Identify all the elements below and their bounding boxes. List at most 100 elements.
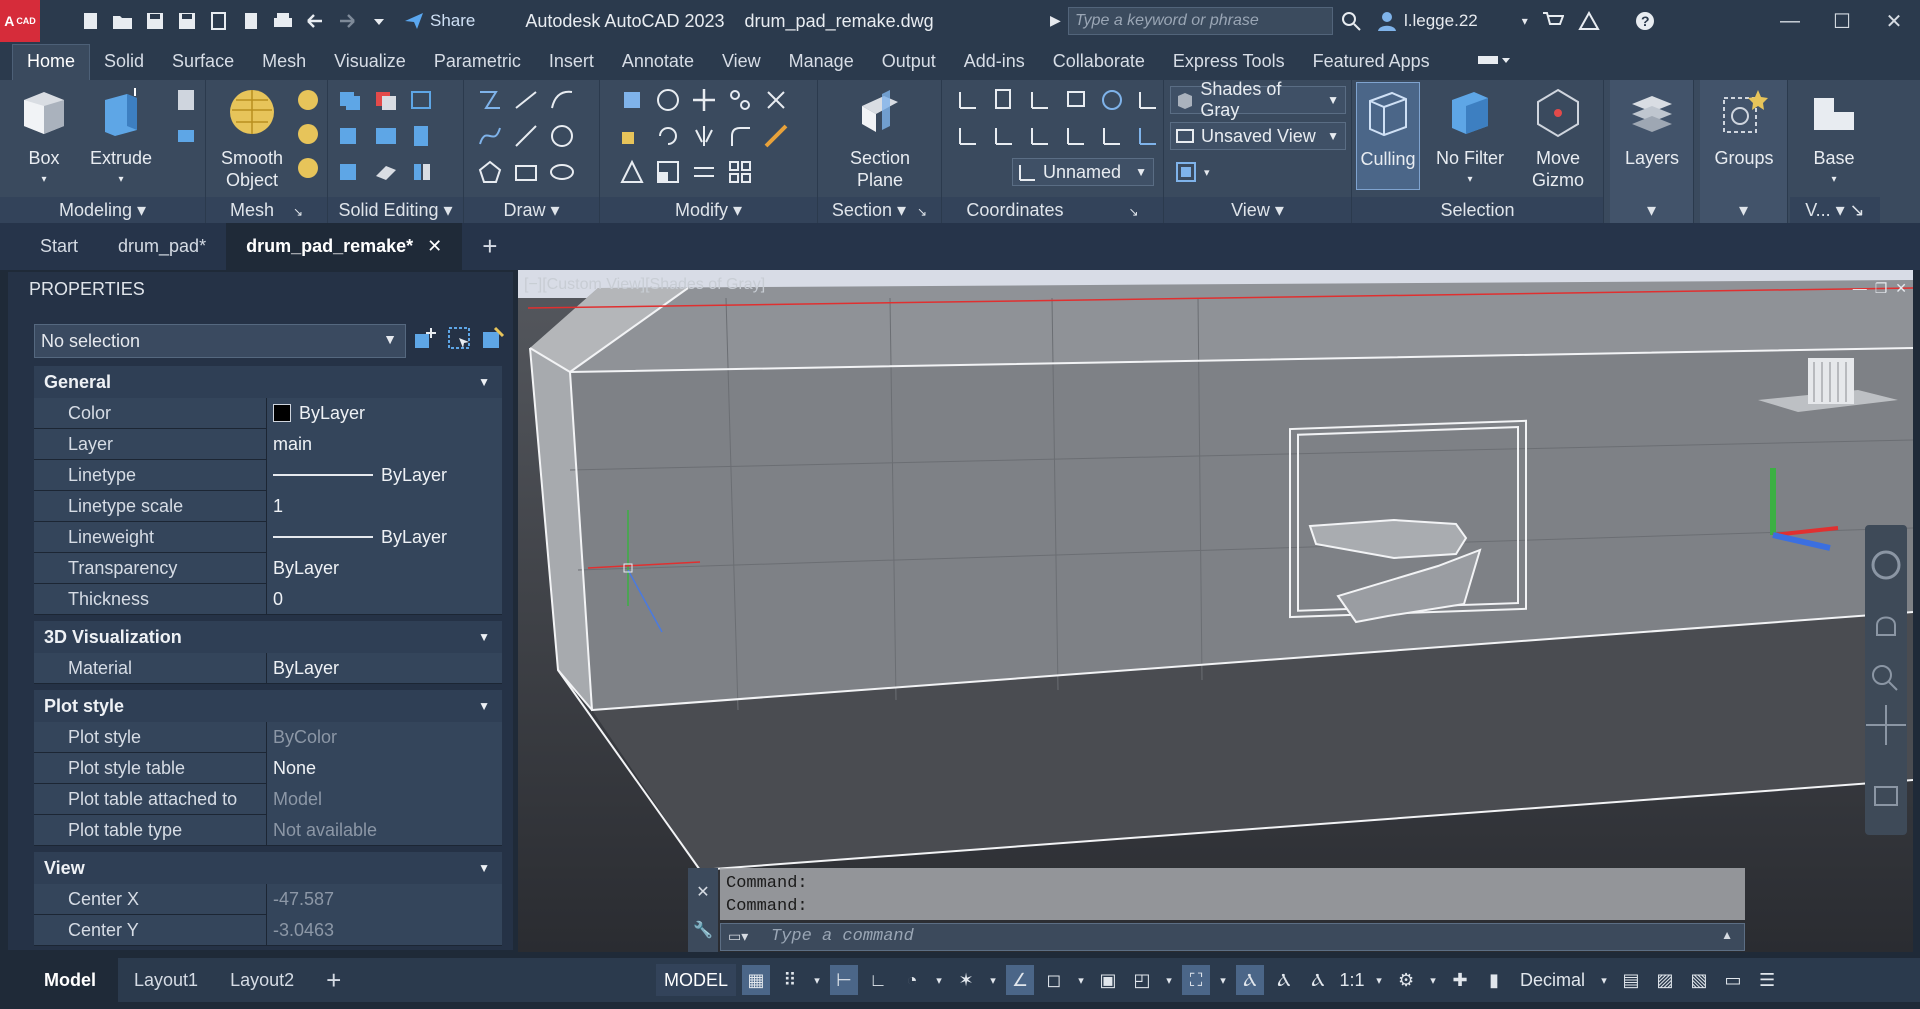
lw-dropdown-icon[interactable]: ▾ bbox=[1162, 965, 1176, 995]
polar-dropdown-icon[interactable]: ▾ bbox=[932, 965, 946, 995]
viewport-restore-icon[interactable]: ❐ bbox=[1875, 280, 1888, 297]
undo-icon[interactable] bbox=[304, 10, 326, 32]
fillet-icon[interactable] bbox=[726, 122, 754, 150]
ucs-zaxis-icon[interactable] bbox=[1062, 122, 1090, 150]
close-tab-icon[interactable]: ✕ bbox=[427, 236, 442, 257]
ucs-object-icon[interactable] bbox=[1134, 122, 1162, 150]
annotation-scale-icon[interactable]: Ⲁ bbox=[1304, 965, 1332, 995]
polar-tracking-icon[interactable]: ◔ bbox=[898, 965, 926, 995]
section-3d-visualization[interactable]: 3D Visualization ▼ bbox=[34, 621, 502, 653]
selection-cycling-icon[interactable]: ⛶ bbox=[1182, 965, 1211, 995]
object-snap-icon[interactable]: ◻ bbox=[1040, 965, 1068, 995]
ucs-z-icon[interactable] bbox=[1062, 86, 1090, 114]
extrude-faces-icon[interactable] bbox=[408, 122, 436, 150]
maximize-icon[interactable]: ☐ bbox=[1816, 9, 1868, 34]
selection-dropdown[interactable]: No selection ▼ bbox=[34, 324, 406, 358]
search-icon[interactable] bbox=[1340, 10, 1362, 32]
osnap-dropdown-icon[interactable]: ▾ bbox=[1074, 965, 1088, 995]
tab-drum-pad[interactable]: drum_pad* bbox=[98, 223, 226, 270]
app-menu-button[interactable]: A CAD bbox=[0, 0, 40, 42]
viewport-minimize-icon[interactable]: — bbox=[1853, 280, 1867, 297]
scale-icon[interactable] bbox=[654, 158, 682, 186]
user-dropdown-icon[interactable]: ▾ bbox=[1522, 14, 1528, 28]
layout-tab-model[interactable]: Model bbox=[0, 958, 118, 1002]
groups-expand[interactable]: ▾ bbox=[1700, 197, 1787, 223]
polygon-icon[interactable] bbox=[476, 158, 504, 186]
panel-groups[interactable]: Groups ▾ bbox=[1700, 80, 1788, 223]
cart-icon[interactable] bbox=[1542, 11, 1564, 31]
user-name[interactable]: l.legge.22 bbox=[1404, 11, 1478, 31]
ribbon-tab-collaborate[interactable]: Collaborate bbox=[1039, 45, 1159, 80]
customize-qat-icon[interactable] bbox=[368, 10, 390, 32]
union-icon[interactable] bbox=[336, 86, 364, 114]
user-icon[interactable] bbox=[1376, 10, 1398, 32]
rectangle-icon[interactable] bbox=[512, 158, 540, 186]
wrench-icon[interactable]: 🔧 bbox=[688, 920, 718, 940]
ucs-origin-icon[interactable] bbox=[1134, 86, 1162, 114]
trim-icon[interactable] bbox=[762, 86, 790, 114]
model-space-toggle[interactable]: MODEL bbox=[656, 964, 737, 996]
culling-button[interactable]: Culling bbox=[1356, 82, 1420, 190]
ribbon-tab-express-tools[interactable]: Express Tools bbox=[1159, 45, 1299, 80]
new-tab-button[interactable]: + bbox=[462, 223, 517, 270]
property-row[interactable]: Plot table type Not available bbox=[34, 810, 502, 846]
rotate-3d-icon[interactable] bbox=[654, 86, 682, 114]
command-recent-icon[interactable]: ▭▾ bbox=[728, 928, 748, 945]
ribbon-tab-mesh[interactable]: Mesh bbox=[248, 45, 320, 80]
select-objects-icon[interactable] bbox=[447, 326, 473, 352]
ribbon-tab-parametric[interactable]: Parametric bbox=[420, 45, 535, 80]
gear-dropdown-icon[interactable]: ▾ bbox=[1426, 965, 1440, 995]
units-value[interactable]: Decimal bbox=[1514, 965, 1591, 995]
interfere-icon[interactable] bbox=[336, 158, 364, 186]
print-icon[interactable] bbox=[272, 10, 294, 32]
quick-select-icon[interactable] bbox=[481, 326, 507, 352]
quick-properties-icon[interactable]: ▤ bbox=[1617, 965, 1645, 995]
snap-dropdown-icon[interactable]: ▾ bbox=[810, 965, 824, 995]
box-dropdown-icon[interactable]: ▾ bbox=[14, 169, 74, 191]
visual-style-dropdown[interactable]: Shades of Gray ▼ bbox=[1170, 79, 1346, 120]
annotation-visibility-icon[interactable]: Ⲁ bbox=[1236, 965, 1265, 995]
scale-3d-icon[interactable] bbox=[618, 158, 646, 186]
export-icon[interactable] bbox=[208, 10, 230, 32]
close-icon[interactable]: ✕ bbox=[688, 882, 718, 902]
hardware-acceleration-icon[interactable]: ▧ bbox=[1685, 965, 1713, 995]
modeling-panel-label[interactable]: Modeling ▾ bbox=[0, 197, 205, 223]
base-panel-label[interactable]: V... ▾ ↘ bbox=[1790, 197, 1880, 223]
viewport-config-button[interactable]: ▾ bbox=[1174, 160, 1210, 184]
base-dropdown-icon[interactable]: ▾ bbox=[1800, 169, 1868, 191]
circle-icon[interactable] bbox=[548, 122, 576, 150]
grid-icon[interactable]: ▦ bbox=[742, 965, 771, 995]
close-icon[interactable]: ✕ bbox=[1868, 9, 1920, 34]
spline-icon[interactable] bbox=[476, 122, 504, 150]
layout-tab-layout2[interactable]: Layout2 bbox=[214, 958, 310, 1002]
arc-icon[interactable] bbox=[548, 86, 576, 114]
ribbon-tab-manage[interactable]: Manage bbox=[775, 45, 868, 80]
section-plane-button[interactable]: Section Plane bbox=[832, 86, 928, 191]
isodraft-icon[interactable]: ✶ bbox=[952, 965, 980, 995]
property-row[interactable]: Material ByLayer bbox=[34, 648, 502, 684]
ucs-view-icon[interactable] bbox=[954, 122, 982, 150]
share-button[interactable]: Share bbox=[404, 11, 475, 31]
ucs-face-icon[interactable] bbox=[1098, 122, 1126, 150]
property-row[interactable]: Center Y -3.0463 bbox=[34, 910, 502, 946]
toggle-pickadd-icon[interactable] bbox=[413, 326, 439, 352]
ucs-icon[interactable] bbox=[954, 86, 982, 114]
tab-drum-pad-remake[interactable]: drum_pad_remake* ✕ bbox=[226, 223, 463, 270]
model-viewport[interactable]: [−][Custom View][Shades of Gray] — ❐ ✕ bbox=[518, 270, 1913, 952]
rotate-icon[interactable] bbox=[654, 122, 682, 150]
command-history-expand-icon[interactable]: ▲ bbox=[1721, 928, 1733, 942]
no-filter-button[interactable]: No Filter ▾ bbox=[1432, 86, 1508, 191]
offset-icon[interactable] bbox=[690, 158, 718, 186]
ribbon-tab-surface[interactable]: Surface bbox=[158, 45, 248, 80]
section-general[interactable]: General ▼ bbox=[34, 366, 502, 398]
ortho-icon[interactable]: ∟ bbox=[864, 965, 892, 995]
units-dropdown-icon[interactable]: ▾ bbox=[1597, 965, 1611, 995]
coordinates-panel-label[interactable]: Coordinates ↘ bbox=[942, 197, 1163, 223]
move-gizmo-button[interactable]: Move Gizmo bbox=[1520, 86, 1596, 191]
ribbon-tab-insert[interactable]: Insert bbox=[535, 45, 608, 80]
cycle-dropdown-icon[interactable]: ▾ bbox=[1216, 965, 1230, 995]
section-panel-label[interactable]: Section ▾ ↘ bbox=[818, 197, 941, 223]
new-layout-button[interactable]: + bbox=[310, 958, 357, 1002]
move-3d-icon[interactable] bbox=[618, 86, 646, 114]
open-folder-icon[interactable] bbox=[112, 10, 134, 32]
